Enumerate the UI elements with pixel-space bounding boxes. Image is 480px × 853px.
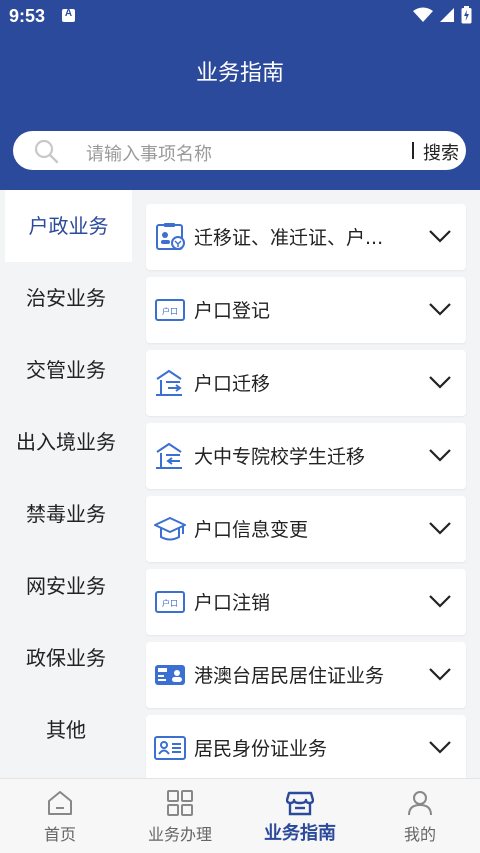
identity-card-icon <box>154 736 186 760</box>
home-icon <box>48 791 72 815</box>
guide-item-residence-permit[interactable]: 港澳台居民居住证业务 <box>146 642 466 708</box>
header: 9:53 A 业务指南 请输入事项名称 搜索 <box>0 0 480 190</box>
guide-item-migration-cert[interactable]: 迁移证、准迁证、户... <box>146 204 466 270</box>
svg-text:户口: 户口 <box>162 306 178 316</box>
tab-mine[interactable]: 我的 <box>360 779 480 853</box>
chevron-down-icon <box>429 668 451 681</box>
page-title: 业务指南 <box>195 61 284 86</box>
guide-item-id-card[interactable]: 居民身份证业务 <box>146 715 466 778</box>
signal-icon <box>440 8 454 22</box>
residence-permit-icon <box>155 665 185 685</box>
sidebar-item-wangan[interactable]: 网安业务 <box>0 550 132 622</box>
sidebar-item-jiaoguan[interactable]: 交管业务 <box>0 334 132 406</box>
status-bar: 9:53 A <box>0 0 480 32</box>
guide-item-hukou-cancellation[interactable]: 户口 户口注销 <box>146 569 466 635</box>
guide-item-hukou-info-change[interactable]: 户口信息变更 <box>146 496 466 562</box>
tab-home[interactable]: 首页 <box>0 779 120 853</box>
guide-item-label: 大中专院校学生迁移 <box>194 446 366 468</box>
guide-item-student-migration[interactable]: 大中专院校学生迁移 <box>146 423 466 489</box>
tab-label: 业务办理 <box>147 825 212 844</box>
sidebar-item-other[interactable]: 其他 <box>0 694 132 766</box>
status-right <box>413 6 472 24</box>
user-icon <box>408 791 432 816</box>
id-card-icon <box>156 223 185 250</box>
guide-item-label: 户口登记 <box>194 300 271 322</box>
sidebar: 户政业务 治安业务 交管业务 出入境业务 禁毒业务 网安业务 政保业务 其他 <box>0 190 132 778</box>
search-divider <box>412 142 414 159</box>
search-icon <box>34 139 59 164</box>
search-box[interactable]: 请输入事项名称 搜索 <box>13 131 466 170</box>
sidebar-item-huzheng[interactable]: 户政业务 <box>5 190 132 262</box>
wifi-icon <box>413 7 433 22</box>
chevron-down-icon <box>429 230 451 243</box>
sidebar-item-zhian[interactable]: 治安业务 <box>0 262 132 334</box>
hukou-book-icon: 户口 <box>155 591 185 613</box>
tab-business[interactable]: 业务办理 <box>120 779 240 853</box>
chevron-down-icon <box>429 303 451 316</box>
battery-icon <box>461 6 472 24</box>
guide-item-hukou-migration[interactable]: 户口迁移 <box>146 350 466 416</box>
chevron-down-icon <box>429 741 451 754</box>
notification-letter: A <box>64 8 73 19</box>
notification-icon: A <box>62 8 75 22</box>
guide-item-label: 户口迁移 <box>194 373 271 395</box>
bottom-tab-bar: 首页 业务办理 业务指南 我的 <box>0 778 480 853</box>
guide-item-label: 居民身份证业务 <box>194 738 328 760</box>
tab-guide[interactable]: 业务指南 <box>240 779 360 853</box>
sidebar-item-jindu[interactable]: 禁毒业务 <box>0 478 132 550</box>
guide-item-label: 港澳台居民居住证业务 <box>194 665 385 687</box>
tab-label: 首页 <box>43 825 76 844</box>
chevron-down-icon <box>429 376 451 389</box>
shop-guide-icon <box>286 791 314 816</box>
hukou-book-icon: 户口 <box>155 299 185 321</box>
search-button[interactable]: 搜索 <box>423 139 459 165</box>
guide-item-label: 户口注销 <box>194 592 271 614</box>
chevron-down-icon <box>429 449 451 462</box>
chevron-down-icon <box>429 595 451 608</box>
house-move-out-icon <box>156 442 182 469</box>
guide-item-label: 迁移证、准迁证、户... <box>194 227 384 249</box>
tab-label: 业务指南 <box>264 823 336 844</box>
graduation-cap-icon <box>154 517 186 541</box>
guide-item-label: 户口信息变更 <box>194 519 309 541</box>
status-time: 9:53 <box>9 6 46 26</box>
grid-icon <box>167 790 193 816</box>
guide-list: 迁移证、准迁证、户... 户口 户口登记 户口迁移 大中专院校学生迁移 户口信息… <box>132 190 480 778</box>
chevron-down-icon <box>429 522 451 535</box>
search-input[interactable]: 请输入事项名称 <box>86 140 212 166</box>
house-move-in-icon <box>156 369 182 396</box>
sidebar-item-churujing[interactable]: 出入境业务 <box>0 406 132 478</box>
svg-text:户口: 户口 <box>162 598 178 608</box>
guide-item-hukou-registration[interactable]: 户口 户口登记 <box>146 277 466 343</box>
sidebar-item-zhengbao[interactable]: 政保业务 <box>0 622 132 694</box>
tab-label: 我的 <box>403 825 436 844</box>
